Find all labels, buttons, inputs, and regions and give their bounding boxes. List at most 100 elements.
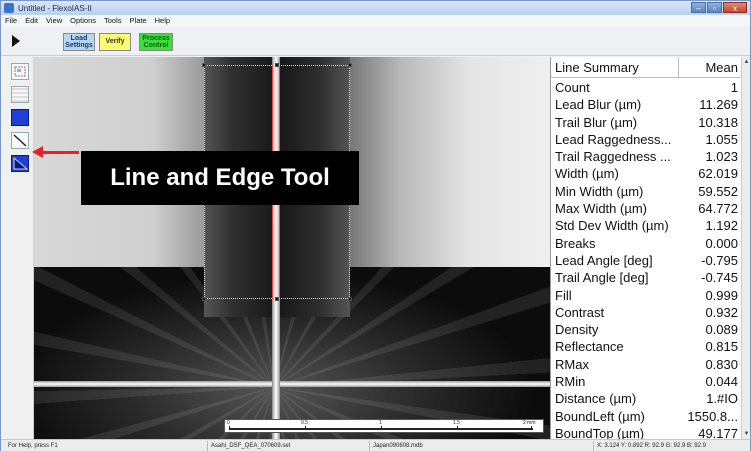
- summary-row[interactable]: Breaks 0.000: [551, 235, 741, 252]
- roi-handle-top-right[interactable]: [348, 63, 352, 67]
- scale-label-2: 1: [379, 420, 382, 426]
- menu-plate[interactable]: Plate: [126, 16, 151, 25]
- roi-handle-top-left[interactable]: [202, 63, 206, 67]
- summary-row-value: 1.192: [705, 218, 738, 234]
- summary-row-value: 0.089: [705, 322, 738, 338]
- summary-row-label: Density: [555, 322, 599, 338]
- summary-row-value: 10.318: [698, 114, 738, 130]
- summary-row[interactable]: Width (µm) 62.019: [551, 165, 741, 182]
- summary-row[interactable]: Lead Raggedness... 1.055: [551, 131, 741, 148]
- scale-label-1: 0.5: [301, 420, 308, 426]
- title-bar[interactable]: Untitled - FlexoIAS-II – ▫ x: [1, 1, 750, 15]
- scale-bar: 0 0.5 1 1.5 2 mm: [224, 419, 544, 433]
- app-window: Untitled - FlexoIAS-II – ▫ x File Edit V…: [0, 0, 751, 451]
- select-tool-icon[interactable]: [11, 63, 29, 80]
- area-tool-icon[interactable]: [11, 155, 29, 172]
- image-viewport[interactable]: 0 0.5 1 1.5 2 mm: [34, 57, 550, 439]
- annotation-callout: Line and Edge Tool: [81, 151, 359, 205]
- summary-row-value: 0.815: [705, 339, 738, 355]
- close-button[interactable]: x: [723, 2, 747, 13]
- roi-handle-top-mid[interactable]: [275, 63, 279, 67]
- scroll-down-icon[interactable]: ▼: [743, 430, 750, 438]
- roi-handle-bottom-mid[interactable]: [275, 297, 279, 301]
- scale-tick-4: [531, 426, 532, 430]
- summary-row-label: Width (µm): [555, 166, 619, 182]
- summary-row[interactable]: Fill 0.999: [551, 287, 741, 304]
- scale-tick-1: [305, 426, 306, 430]
- scale-label-0: 0: [227, 420, 230, 426]
- annotation-arrow-line: [41, 151, 79, 154]
- summary-row-label: RMin: [555, 374, 586, 390]
- select-tool-glyph: [14, 66, 26, 77]
- line-and-edge-tool-icon[interactable]: [11, 132, 29, 149]
- summary-row[interactable]: Distance (µm) 1.#IO: [551, 390, 741, 407]
- window-controls: – ▫ x: [691, 2, 747, 13]
- summary-row[interactable]: BoundTop (µm) 49.177: [551, 425, 741, 439]
- summary-row-value: 1.023: [705, 149, 738, 165]
- summary-row[interactable]: Lead Angle [deg] -0.795: [551, 252, 741, 269]
- summary-row-value: 62.019: [698, 166, 738, 182]
- printed-horizontal-line: [34, 381, 550, 387]
- load-settings-button[interactable]: Load Settings: [63, 33, 95, 51]
- area-tool-glyph: [13, 157, 29, 170]
- summary-header: Line Summary Mean: [551, 57, 741, 78]
- tool-palette: [1, 57, 34, 439]
- summary-row-value: 0.830: [705, 356, 738, 372]
- menu-tools[interactable]: Tools: [100, 16, 126, 25]
- roi-handle-bottom-left[interactable]: [202, 297, 206, 301]
- process-control-label-line1: Process: [142, 34, 170, 42]
- summary-row[interactable]: Density 0.089: [551, 321, 741, 338]
- status-help: For Help, press F1: [8, 443, 58, 449]
- summary-row-value: 1550.8...: [687, 408, 738, 424]
- summary-row-value: 49.177: [698, 425, 738, 439]
- summary-row[interactable]: Lead Blur (µm) 11.269: [551, 96, 741, 113]
- menu-view[interactable]: View: [42, 16, 66, 25]
- roi-handle-bottom-right[interactable]: [348, 297, 352, 301]
- grid-tool-icon[interactable]: [11, 86, 29, 103]
- summary-row[interactable]: RMin 0.044: [551, 373, 741, 390]
- play-icon[interactable]: [12, 35, 20, 47]
- summary-row-label: Count: [555, 80, 590, 95]
- process-control-button[interactable]: Process Control: [139, 33, 173, 51]
- summary-row-label: Distance (µm): [555, 391, 637, 407]
- maximize-button[interactable]: ▫: [707, 2, 722, 13]
- scroll-up-icon[interactable]: ▲: [743, 58, 750, 66]
- summary-row-label: RMax: [555, 356, 589, 372]
- summary-row-value: 59.552: [698, 183, 738, 199]
- verify-button[interactable]: Verify: [99, 33, 131, 51]
- menu-options[interactable]: Options: [66, 16, 100, 25]
- summary-row[interactable]: Min Width (µm) 59.552: [551, 183, 741, 200]
- summary-row[interactable]: Count 1: [551, 79, 741, 96]
- line-edge-glyph: [13, 134, 27, 147]
- summary-row[interactable]: RMax 0.830: [551, 356, 741, 373]
- summary-row[interactable]: Std Dev Width (µm) 1.192: [551, 217, 741, 234]
- rectangle-tool-icon[interactable]: [11, 109, 29, 126]
- summary-rows: Count 1 Lead Blur (µm) 11.269 Trail Blur (µm…: [551, 79, 741, 439]
- summary-row[interactable]: BoundLeft (µm) 1550.8...: [551, 408, 741, 425]
- status-bar: For Help, press F1 Asahi_DSF_QEA_070609.…: [1, 439, 750, 451]
- status-coordinates: X: 3.124 Y: 0.892 R: 92.9 G: 92.9 B: 92.…: [593, 441, 749, 451]
- summary-row-label: Std Dev Width (µm): [555, 218, 669, 234]
- summary-row-label: Lead Angle [deg]: [555, 252, 653, 268]
- summary-row[interactable]: Trail Blur (µm) 10.318: [551, 114, 741, 131]
- toolbar: Load Settings Verify Process Control: [1, 26, 750, 56]
- summary-scrollbar[interactable]: ▲ ▼: [741, 57, 750, 439]
- scale-tick-0: [229, 426, 230, 430]
- scale-label-3: 1.5: [453, 420, 460, 426]
- menu-file[interactable]: File: [1, 16, 21, 25]
- summary-row-label: Max Width (µm): [555, 201, 647, 217]
- summary-row[interactable]: Max Width (µm) 64.772: [551, 200, 741, 217]
- menu-edit[interactable]: Edit: [21, 16, 42, 25]
- summary-row-label: Lead Raggedness...: [555, 131, 672, 147]
- menu-help[interactable]: Help: [151, 16, 174, 25]
- scale-tick-3: [457, 426, 458, 430]
- summary-row[interactable]: Contrast 0.932: [551, 304, 741, 321]
- summary-header-label[interactable]: Line Summary: [551, 57, 679, 77]
- summary-row[interactable]: Trail Raggedness ... 1.023: [551, 148, 741, 165]
- summary-row-value: 0.044: [705, 374, 738, 390]
- minimize-button[interactable]: –: [691, 2, 706, 13]
- summary-row[interactable]: Reflectance 0.815: [551, 338, 741, 355]
- summary-row[interactable]: Trail Angle [deg] -0.745: [551, 269, 741, 286]
- summary-row-value: -0.745: [701, 270, 738, 286]
- summary-header-mean[interactable]: Mean: [679, 57, 741, 77]
